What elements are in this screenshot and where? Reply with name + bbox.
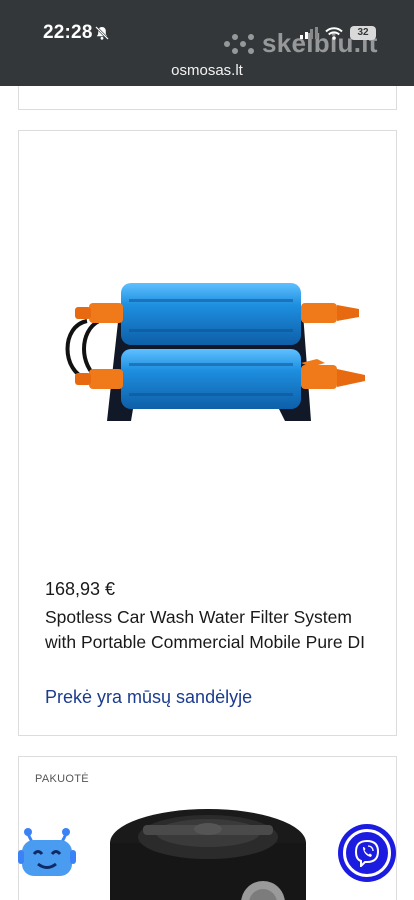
muted-bell-icon bbox=[95, 26, 109, 40]
product-card[interactable]: 168,93 € Spotless Car Wash Water Filter … bbox=[18, 130, 397, 736]
viber-button[interactable] bbox=[338, 824, 396, 882]
page-url[interactable]: osmosas.lt bbox=[0, 62, 414, 79]
battery-indicator: 32 bbox=[350, 26, 376, 40]
viber-ring bbox=[343, 829, 391, 877]
filter-housing-image bbox=[110, 809, 306, 900]
chatbot-icon[interactable] bbox=[18, 824, 76, 882]
signal-icon bbox=[300, 27, 318, 39]
stock-status: Prekė yra mūsų sandėlyje bbox=[45, 687, 253, 707]
wifi-icon bbox=[325, 26, 343, 40]
viber-icon bbox=[354, 839, 380, 867]
product-title[interactable]: Spotless Car Wash Water Filter System wi… bbox=[45, 605, 375, 655]
water-filter-image bbox=[65, 283, 365, 421]
previous-product-card[interactable] bbox=[18, 86, 397, 110]
status-icons: 32 bbox=[300, 26, 376, 40]
watermark-dots-icon bbox=[224, 33, 254, 54]
package-label: PAKUOTĖ bbox=[35, 773, 89, 785]
product-price: 168,93 € bbox=[45, 579, 116, 599]
status-time: 22:28 bbox=[43, 22, 93, 43]
status-bar: 22:28 skelbiu.lt 32 osmosas.lt bbox=[0, 0, 414, 86]
